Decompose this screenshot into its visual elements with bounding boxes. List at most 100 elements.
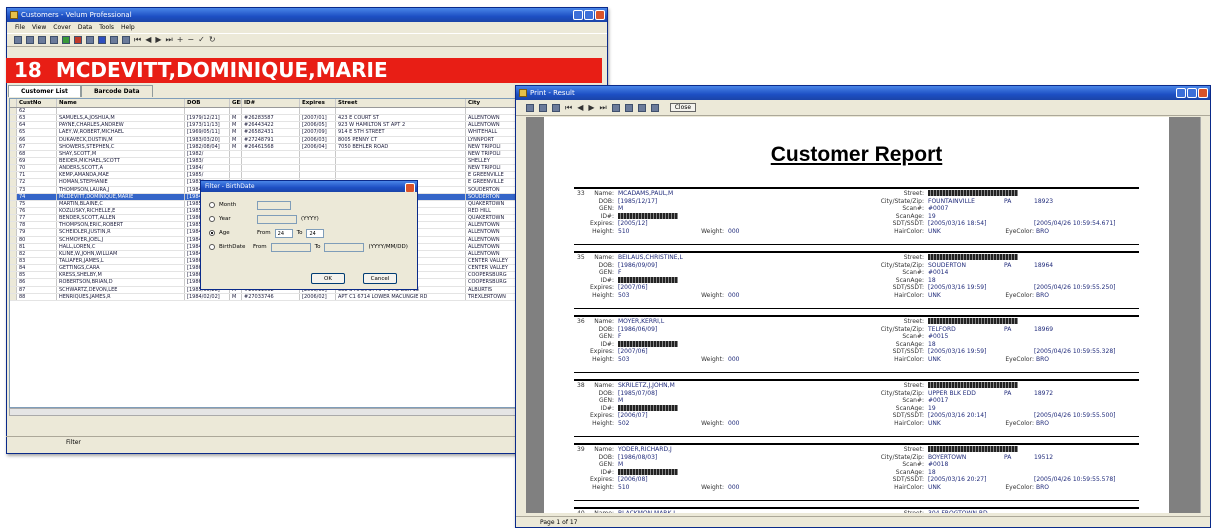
scan-icon[interactable]	[110, 36, 118, 44]
col-id[interactable]: ID#	[242, 99, 300, 107]
maximize-button[interactable]	[584, 10, 594, 20]
row-selector[interactable]	[10, 143, 17, 150]
row-selector[interactable]	[10, 157, 17, 165]
expires-label: Expires:	[590, 412, 614, 419]
row-selector[interactable]	[10, 215, 17, 222]
report-close-button[interactable]	[1198, 88, 1208, 98]
menu-file[interactable]: File	[15, 22, 25, 33]
age-to-field[interactable]: 24	[306, 228, 325, 238]
delete-record-icon[interactable]: −	[187, 36, 194, 44]
cell-name: HOMAN,STEPHANIE	[57, 179, 185, 186]
prev-page-icon[interactable]: ◀	[577, 103, 583, 112]
report-preview-area[interactable]: Customer Report 33 Name: MCADAMS,PAUL,M Str…	[526, 117, 1201, 513]
row-selector[interactable]	[10, 207, 17, 215]
col-gen[interactable]: GEN	[230, 99, 242, 107]
tab-customer-list[interactable]: Customer List	[8, 85, 81, 97]
row-selector[interactable]	[10, 122, 17, 129]
menu-view[interactable]: View	[32, 22, 46, 33]
row-selector[interactable]	[10, 265, 17, 272]
filter-icon[interactable]	[86, 36, 94, 44]
last-record-icon[interactable]: ⏭	[166, 36, 173, 44]
import-icon[interactable]	[74, 36, 82, 44]
row-selector[interactable]	[10, 200, 17, 207]
row-selector[interactable]	[10, 129, 17, 136]
row-selector[interactable]	[10, 108, 17, 115]
add-record-icon[interactable]: +	[177, 36, 184, 44]
row-selector[interactable]	[10, 115, 17, 122]
age-radio[interactable]	[209, 230, 215, 236]
row-selector[interactable]	[10, 150, 17, 157]
save-report-icon[interactable]	[637, 103, 646, 112]
year-field[interactable]	[257, 214, 297, 224]
row-selector[interactable]	[10, 272, 17, 279]
last-page-icon[interactable]: ⏭	[600, 103, 607, 112]
report-close-text-button[interactable]: Close	[669, 103, 697, 112]
row-selector[interactable]	[10, 186, 17, 193]
month-select[interactable]	[257, 200, 291, 210]
birthdate-from-field[interactable]	[270, 242, 311, 252]
col-street[interactable]: Street	[336, 99, 466, 107]
menu-tools[interactable]: Tools	[99, 22, 114, 33]
row-selector[interactable]	[10, 222, 17, 229]
row-selector[interactable]	[10, 179, 17, 186]
zoom-width-icon[interactable]	[539, 103, 547, 112]
row-selector[interactable]	[10, 172, 17, 179]
col-dob[interactable]: DOB	[185, 99, 230, 107]
row-selector[interactable]	[10, 257, 17, 265]
row-selector[interactable]	[10, 286, 17, 293]
close-button[interactable]	[595, 10, 605, 20]
filter-close-button[interactable]	[405, 183, 415, 192]
print-report-icon[interactable]	[611, 103, 620, 112]
report-vertical-scrollbar[interactable]	[1200, 117, 1210, 513]
report-title-bar[interactable]: Print - Result	[516, 86, 1210, 100]
cancel-button[interactable]: Cancel	[363, 273, 397, 284]
year-radio[interactable]	[209, 216, 215, 222]
confirm-icon[interactable]: ✓	[198, 36, 205, 44]
zoom-full-icon[interactable]	[552, 103, 560, 112]
next-record-icon[interactable]: ▶	[155, 36, 161, 44]
menu-cover[interactable]: Cover	[53, 22, 71, 33]
row-selector[interactable]	[10, 165, 17, 172]
cell-no: 76	[17, 207, 57, 215]
print-icon[interactable]	[50, 36, 58, 44]
first-page-icon[interactable]: ⏮	[565, 103, 572, 112]
export-icon[interactable]	[62, 36, 70, 44]
menu-help[interactable]: Help	[121, 22, 135, 33]
menu-data[interactable]: Data	[78, 22, 92, 33]
col-name[interactable]: Name	[57, 99, 185, 107]
next-page-icon[interactable]: ▶	[588, 103, 594, 112]
month-radio[interactable]	[209, 202, 215, 208]
birthdate-radio[interactable]	[209, 244, 215, 250]
tab-barcode-data[interactable]: Barcode Data	[80, 85, 153, 97]
printer-setup-icon[interactable]	[624, 103, 633, 112]
minimize-button[interactable]	[573, 10, 583, 20]
customers-title-bar[interactable]: Customers - Velum Professional	[7, 8, 607, 22]
refresh-icon[interactable]: ↻	[209, 36, 216, 44]
col-expires[interactable]: Expires	[300, 99, 336, 107]
row-selector[interactable]	[10, 243, 17, 250]
row-selector[interactable]	[10, 136, 17, 143]
camera-icon[interactable]	[122, 36, 130, 44]
birthdate-to-field[interactable]	[324, 242, 365, 252]
row-selector[interactable]	[10, 279, 17, 286]
report-minimize-button[interactable]	[1176, 88, 1186, 98]
filter-dialog-title-bar[interactable]: Filter - BirthDate	[201, 181, 417, 192]
row-selector[interactable]	[10, 193, 17, 200]
open-icon[interactable]	[26, 36, 34, 44]
age-from-field[interactable]: 24	[274, 228, 293, 238]
row-selector[interactable]	[10, 293, 17, 300]
row-selector[interactable]	[10, 229, 17, 236]
report-maximize-button[interactable]	[1187, 88, 1197, 98]
new-icon[interactable]	[14, 36, 22, 44]
col-custno[interactable]: CustNo	[17, 99, 57, 107]
ok-button[interactable]: OK	[311, 273, 345, 284]
row-selector[interactable]	[10, 250, 17, 257]
sort-icon[interactable]	[98, 36, 106, 44]
row-selector[interactable]	[10, 236, 17, 243]
zoom-page-icon[interactable]	[526, 103, 534, 112]
open-report-icon[interactable]	[650, 103, 659, 112]
prev-record-icon[interactable]: ◀	[145, 36, 151, 44]
first-record-icon[interactable]: ⏮	[134, 36, 141, 44]
print-result-window: Print - Result ⏮ ◀ ▶ ⏭ Close Customer Re…	[515, 85, 1211, 528]
save-icon[interactable]	[38, 36, 46, 44]
